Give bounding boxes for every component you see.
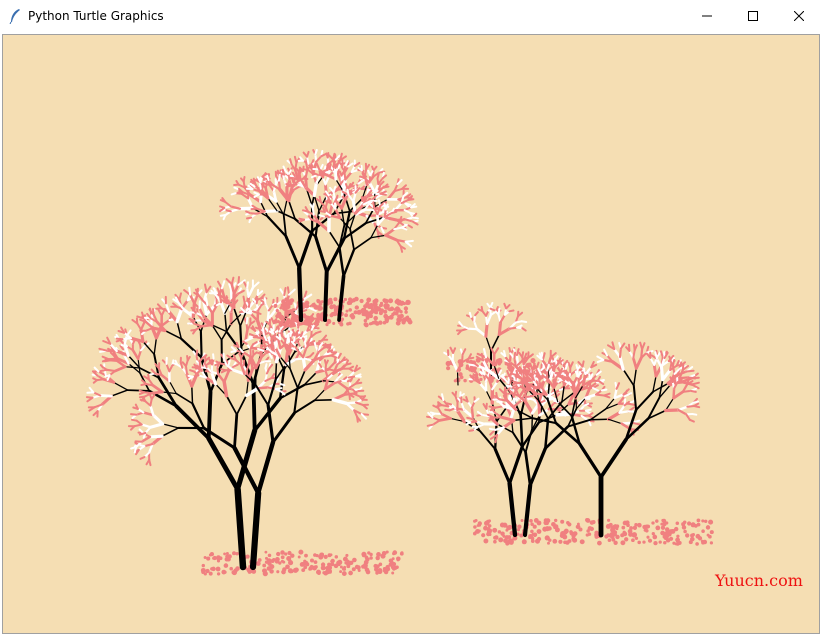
minimize-button[interactable] <box>684 0 730 32</box>
sakura-drawing <box>85 149 714 577</box>
close-button[interactable] <box>776 0 822 32</box>
turtle-canvas[interactable]: Yuucn.com <box>2 34 820 634</box>
minimize-icon <box>702 15 712 17</box>
turtle-window: Python Turtle Graphics Yuucn.com <box>0 0 824 637</box>
close-icon <box>794 11 804 21</box>
maximize-icon <box>748 11 758 21</box>
window-title: Python Turtle Graphics <box>28 9 164 23</box>
maximize-button[interactable] <box>730 0 776 32</box>
feather-icon <box>9 9 20 24</box>
title-bar[interactable]: Python Turtle Graphics <box>0 0 824 32</box>
watermark-text: Yuucn.com <box>715 571 803 590</box>
